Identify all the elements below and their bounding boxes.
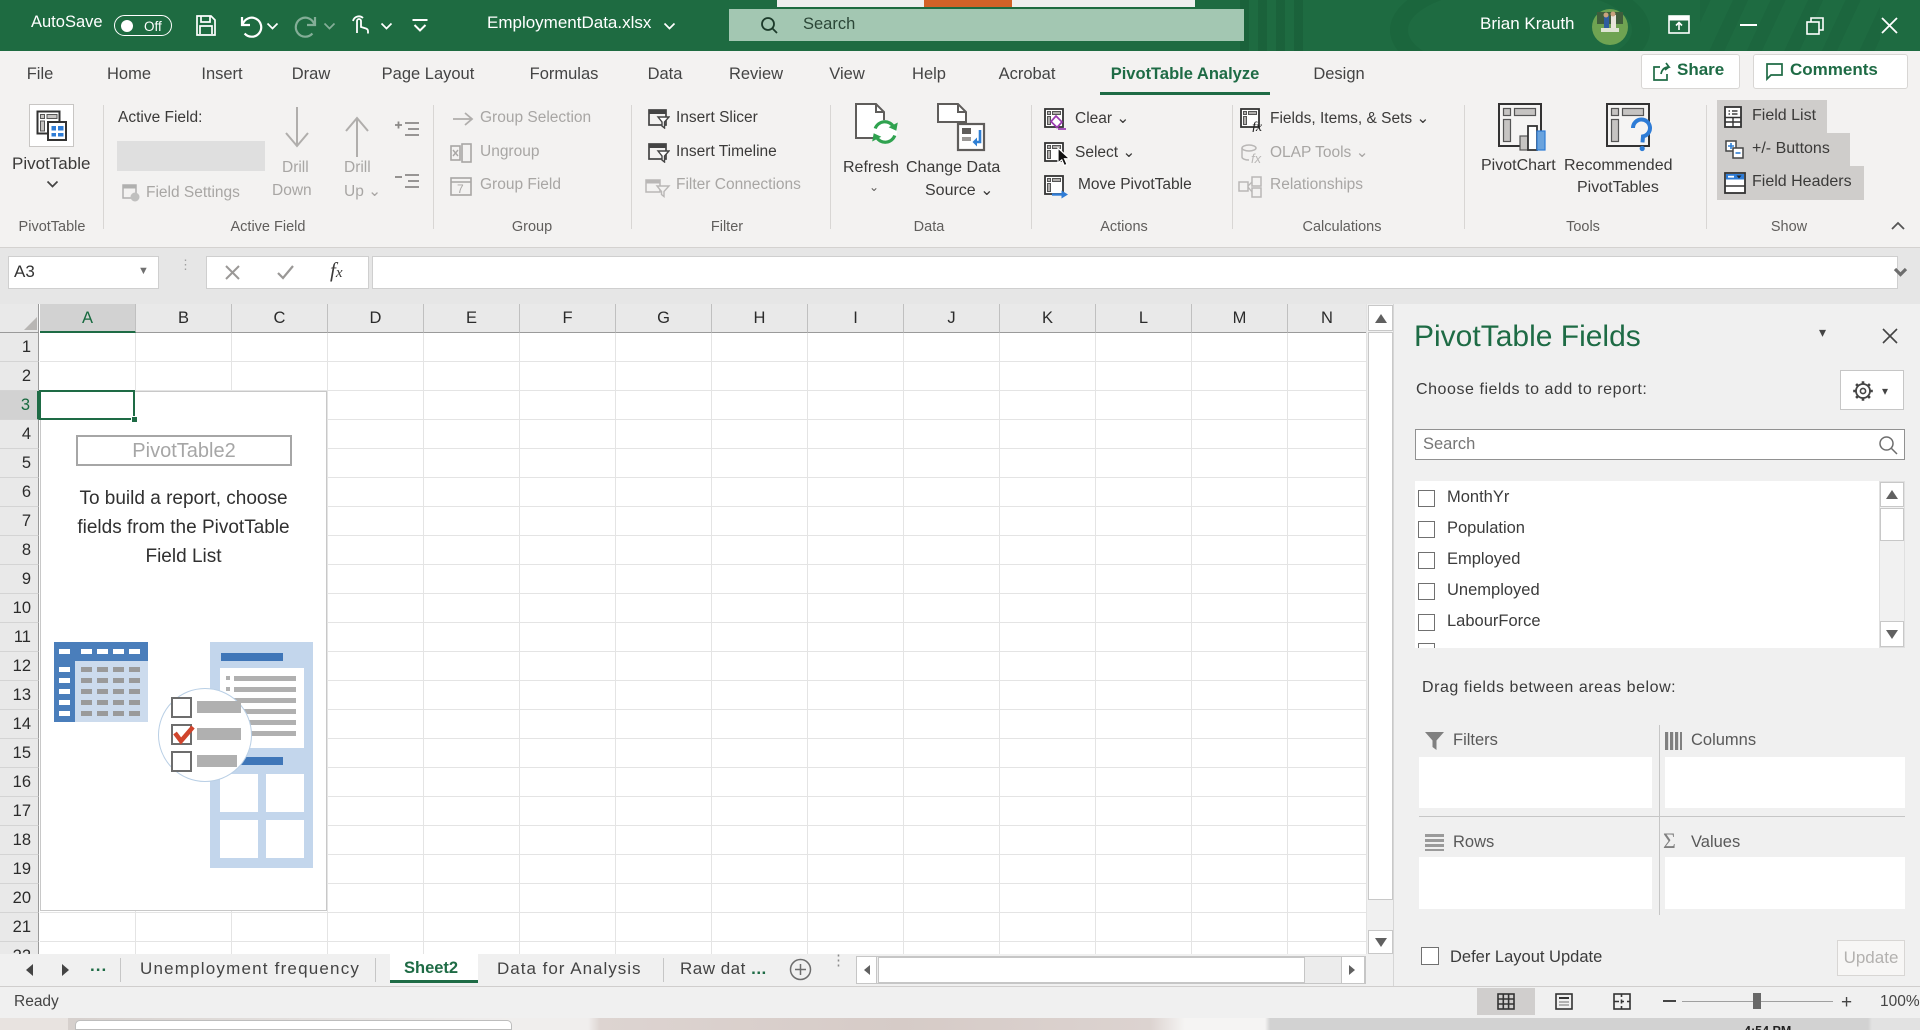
svg-text:fx: fx	[1251, 151, 1262, 165]
svg-text:fx: fx	[1252, 120, 1263, 132]
svg-text:7: 7	[457, 182, 464, 196]
